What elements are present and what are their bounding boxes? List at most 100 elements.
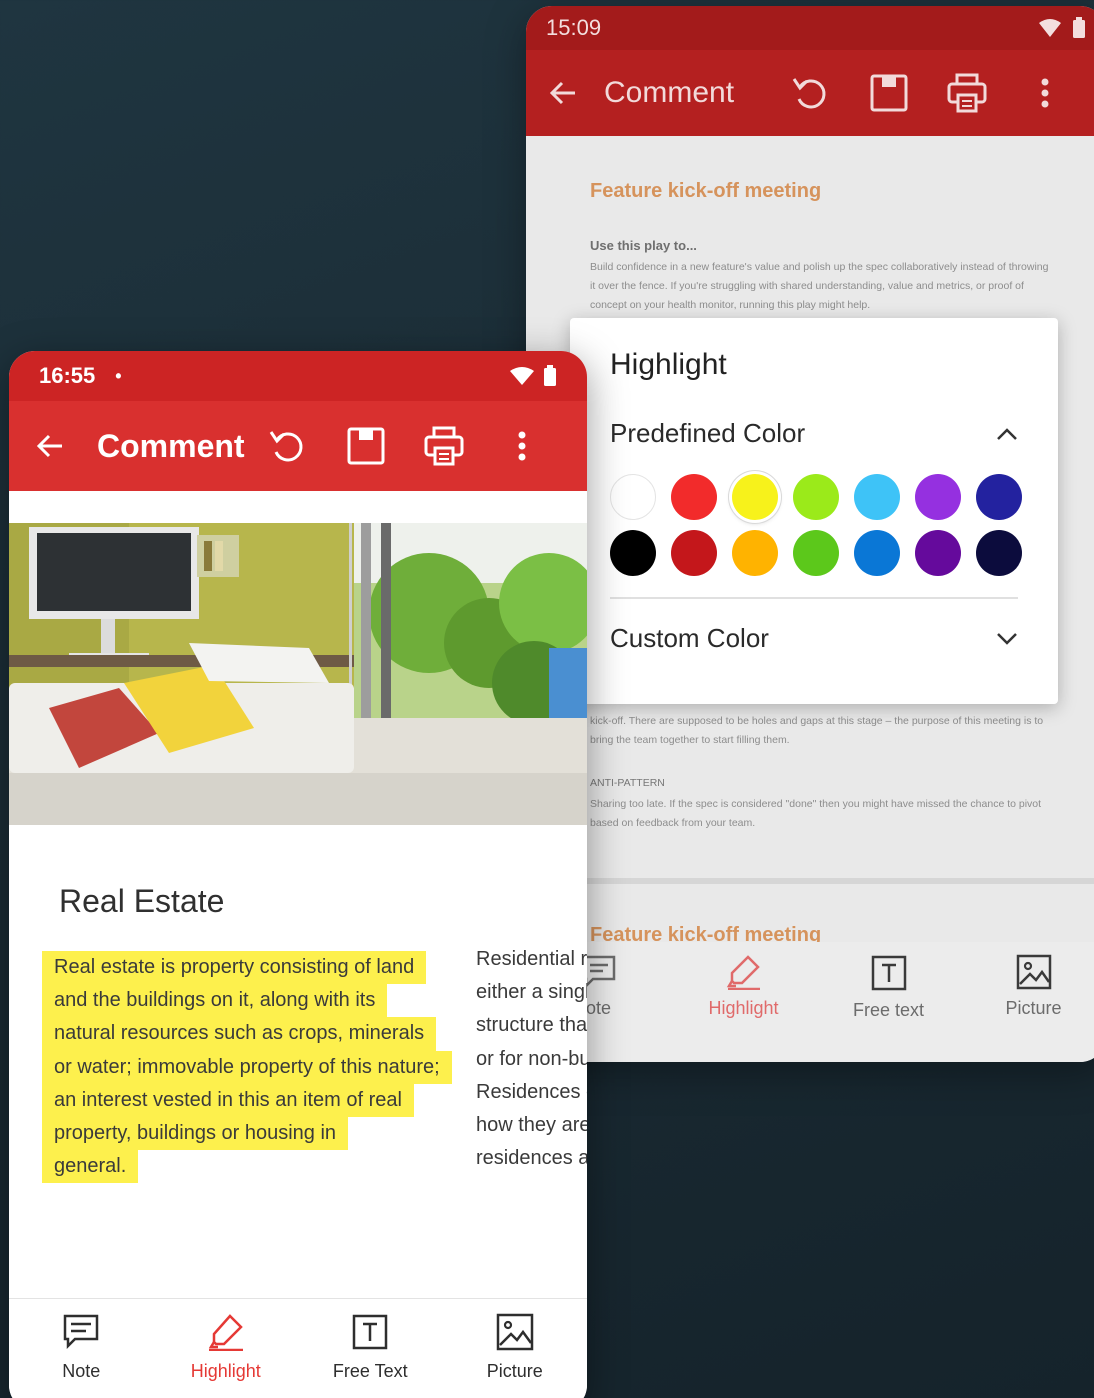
predefined-color-label: Predefined Color <box>610 418 806 448</box>
tool-label: Picture <box>1005 998 1062 1018</box>
doc-heading: Feature kick-off meeting <box>590 180 822 202</box>
back-arrow-icon[interactable] <box>35 431 65 461</box>
print-button[interactable] <box>405 426 483 466</box>
undo-button[interactable] <box>772 73 850 113</box>
doc-anti-label: ANTI-PATTERN <box>590 777 665 789</box>
tool-picture[interactable]: Picture <box>443 1299 588 1398</box>
color-swatch[interactable] <box>915 530 961 576</box>
tool-label: Note <box>62 1361 101 1381</box>
tool-label: Highlight <box>708 998 779 1018</box>
free-text-icon <box>353 1314 388 1350</box>
more-button[interactable] <box>1006 77 1084 109</box>
body-text-line: how they are <box>476 1114 587 1137</box>
highlighted-text[interactable]: or water; immovable property of this nat… <box>42 1050 452 1084</box>
tool-note[interactable]: Note <box>9 1299 154 1398</box>
tool-label: Highlight <box>190 1361 261 1381</box>
bottom-toolbar: Note Highlight Free Text Picture <box>9 1298 587 1398</box>
chevron-down-icon <box>997 632 1017 645</box>
color-swatch[interactable] <box>671 474 717 520</box>
color-swatch[interactable] <box>732 474 778 520</box>
battery-icon <box>1073 17 1085 38</box>
save-icon <box>347 427 385 465</box>
color-swatch[interactable] <box>793 474 839 520</box>
highlight-color-dialog: Highlight Predefined Color Custom Color <box>570 318 1058 704</box>
color-swatch[interactable] <box>671 530 717 576</box>
page-divider <box>526 878 1094 884</box>
print-icon <box>424 426 464 466</box>
doc-anti-text: Sharing too late. If the spec is conside… <box>590 798 1042 829</box>
body-text-line: either a singl <box>476 981 587 1004</box>
highlighter-icon <box>726 955 760 990</box>
second-column-text: Residential re either a singl structure th… <box>476 943 587 1175</box>
tool-label: Free text <box>852 1000 925 1020</box>
tool-picture[interactable]: Picture <box>961 942 1094 1062</box>
status-time: 15:09 <box>546 15 602 40</box>
highlighted-line: and the buildings on it, along with its <box>42 984 462 1018</box>
predefined-color-header[interactable]: Predefined Color <box>610 418 1018 449</box>
highlighted-line: general. <box>42 1150 462 1184</box>
status-bar: 15:09 <box>526 6 1094 50</box>
interior-photo <box>9 523 587 825</box>
doc-heading: Real Estate <box>59 883 225 919</box>
undo-icon <box>269 431 303 462</box>
body-text-line: or for non-bu <box>476 1047 587 1070</box>
custom-color-header[interactable]: Custom Color <box>610 623 1018 654</box>
undo-icon <box>792 78 826 109</box>
highlighted-text[interactable]: and the buildings on it, along with its <box>42 984 388 1018</box>
highlighted-text[interactable]: Real estate is property consisting of la… <box>42 951 427 985</box>
tool-highlight[interactable]: Highlight <box>671 942 816 1062</box>
more-button[interactable] <box>483 430 561 462</box>
color-swatch[interactable] <box>976 474 1022 520</box>
color-swatch[interactable] <box>610 530 656 576</box>
color-swatch[interactable] <box>732 530 778 576</box>
notification-dot: • <box>115 365 122 386</box>
save-button[interactable] <box>327 426 405 466</box>
highlighted-text[interactable]: general. <box>42 1150 139 1184</box>
body-text-line: residences a <box>476 1147 587 1170</box>
toolbar-title: Comment <box>604 76 735 109</box>
more-vert-icon <box>518 431 526 461</box>
more-vert-icon <box>1041 78 1049 108</box>
front-phone: 16:55 • Comment Real Estate Real estate … <box>9 351 587 1398</box>
color-swatch-grid <box>610 474 1022 576</box>
tool-highlight[interactable]: Highlight <box>154 1299 299 1398</box>
highlighter-icon <box>208 1314 243 1351</box>
highlighted-text[interactable]: property, buildings or housing in <box>42 1116 349 1151</box>
free-text-icon <box>871 955 906 991</box>
toolbar: Comment <box>526 50 1094 136</box>
doc-paragraph: Build confidence in a new feature's valu… <box>590 261 1049 311</box>
undo-button[interactable] <box>249 426 327 466</box>
chevron-up-icon <box>997 427 1017 440</box>
tool-free-text[interactable]: Free Text <box>298 1299 443 1398</box>
color-swatch[interactable] <box>915 474 961 520</box>
highlighted-line: or water; immovable property of this nat… <box>42 1050 462 1084</box>
system-icons <box>1038 17 1086 39</box>
highlighted-text[interactable]: natural resources such as crops, mineral… <box>42 1017 437 1051</box>
note-icon <box>64 1314 99 1350</box>
picture-icon <box>496 1313 533 1351</box>
system-icons <box>509 365 557 387</box>
picture-icon <box>1016 954 1051 990</box>
back-arrow-icon[interactable] <box>548 78 578 108</box>
color-swatch[interactable] <box>854 474 900 520</box>
status-bar: 16:55 • <box>9 351 587 401</box>
save-icon <box>870 74 908 112</box>
highlighted-line: natural resources such as crops, mineral… <box>42 1017 462 1051</box>
color-swatch[interactable] <box>793 530 839 576</box>
wifi-icon <box>1039 19 1061 37</box>
doc-paragraph-2: kick-off. There are supposed to be holes… <box>590 715 1044 746</box>
color-swatch[interactable] <box>976 530 1022 576</box>
wifi-icon <box>510 367 534 385</box>
battery-icon <box>544 365 556 386</box>
tool-free-text[interactable]: Free text <box>816 942 961 1062</box>
divider <box>610 597 1018 599</box>
highlighted-text[interactable]: an interest vested in this an item of re… <box>42 1083 414 1117</box>
print-button[interactable] <box>928 73 1006 113</box>
color-swatch[interactable] <box>854 530 900 576</box>
toolbar-title: Comment <box>97 427 245 464</box>
color-swatch[interactable] <box>610 474 656 520</box>
save-button[interactable] <box>850 73 928 113</box>
highlighted-line: property, buildings or housing in <box>42 1116 462 1151</box>
status-time: 16:55 <box>39 363 96 388</box>
doc-subheading: Use this play to... <box>590 238 697 253</box>
